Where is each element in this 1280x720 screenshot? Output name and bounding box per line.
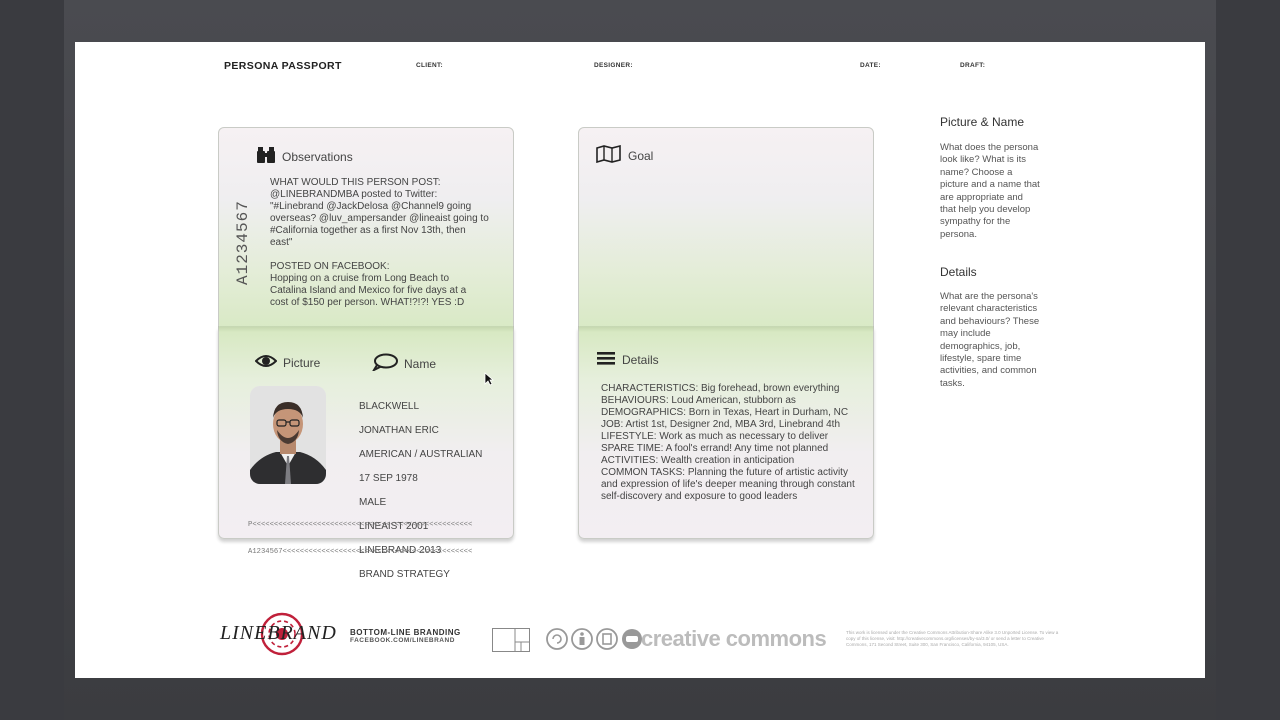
picture-heading: Picture bbox=[283, 355, 321, 370]
given-names: JONATHAN ERIC bbox=[359, 425, 439, 436]
sidebar-picture-name-text: What does the persona look like? What is… bbox=[940, 142, 1040, 240]
creative-commons-wordmark: creative commons bbox=[641, 626, 827, 651]
page-fold bbox=[218, 326, 514, 332]
mrz-line-1: P<<<<<<<<<<<<<<<<<<<<<<<<<<<<<<<<<<<<<<<… bbox=[248, 521, 473, 529]
observations-header: Observations bbox=[256, 145, 353, 168]
speech-bubble-icon bbox=[371, 353, 398, 374]
cc-nd-icon bbox=[622, 629, 642, 649]
goal-header: Goal bbox=[596, 144, 654, 166]
observations-text: WHAT WOULD THIS PERSON POST: @LINEBRANDM… bbox=[270, 177, 489, 308]
sidebar-picture-name-heading: Picture & Name bbox=[940, 115, 1025, 129]
binoculars-icon bbox=[256, 145, 276, 168]
persona-photo bbox=[250, 386, 326, 484]
observations-heading: Observations bbox=[282, 149, 353, 164]
cc-noncommercial-icon bbox=[596, 628, 618, 650]
tagline-block: BOTTOM-LINE BRANDING FACEBOOK.COM/LINEBR… bbox=[350, 628, 461, 644]
eye-icon bbox=[254, 353, 278, 372]
mrz-line-2: A1234567<<<<<<<<<<<<<<<<<<<<<<<<<<<<<<<<… bbox=[248, 548, 473, 556]
details-header: Details bbox=[596, 350, 659, 369]
designer-label: DESIGNER: bbox=[594, 62, 633, 69]
passport-number: A1234567 bbox=[234, 200, 252, 285]
date-label: DATE: bbox=[860, 62, 881, 69]
sidebar-details-heading: Details bbox=[940, 265, 977, 279]
cc-license-icons bbox=[546, 628, 643, 650]
cc-attribution-icon bbox=[571, 628, 593, 650]
license-text: This work is licensed under the Creative… bbox=[846, 630, 1059, 647]
tagline: BOTTOM-LINE BRANDING bbox=[350, 628, 461, 637]
details-text: CHARACTERISTICS: Big forehead, brown eve… bbox=[601, 383, 855, 502]
document-title: PERSONA PASSPORT bbox=[224, 60, 342, 72]
cc-share-icon bbox=[546, 628, 568, 650]
facebook-url: FACEBOOK.COM/LINEBRAND bbox=[350, 637, 455, 644]
machine-readable-zone: P<<<<<<<<<<<<<<<<<<<<<<<<<<<<<<<<<<<<<<<… bbox=[248, 503, 472, 575]
list-icon bbox=[596, 350, 616, 369]
linebrand-wordmark: LINEBRAND bbox=[220, 622, 337, 644]
golden-ratio-icon bbox=[492, 628, 530, 657]
name-heading: Name bbox=[404, 356, 437, 371]
draft-label: DRAFT: bbox=[960, 62, 986, 69]
goal-heading: Goal bbox=[628, 148, 654, 163]
page-fold bbox=[578, 326, 874, 332]
right-passport: Goal Details CHARACTERISTICS: Big forehe… bbox=[578, 127, 874, 539]
client-label: CLIENT: bbox=[416, 62, 444, 69]
left-passport: A1234567 Observations WHAT WOULD THIS PE… bbox=[218, 127, 514, 580]
birth-date: 17 SEP 1978 bbox=[359, 473, 418, 484]
details-heading: Details bbox=[622, 352, 659, 367]
picture-header: Picture bbox=[254, 353, 321, 372]
mouse-cursor bbox=[484, 372, 495, 391]
map-icon bbox=[596, 144, 622, 166]
nationality: AMERICAN / AUSTRALIAN bbox=[359, 449, 483, 460]
surname: BLACKWELL bbox=[359, 401, 420, 412]
sidebar-details-text: What are the persona's relevant characte… bbox=[940, 291, 1040, 389]
linebrand-logo: LINEBRAND bbox=[220, 612, 338, 658]
name-header: Name bbox=[371, 353, 437, 374]
